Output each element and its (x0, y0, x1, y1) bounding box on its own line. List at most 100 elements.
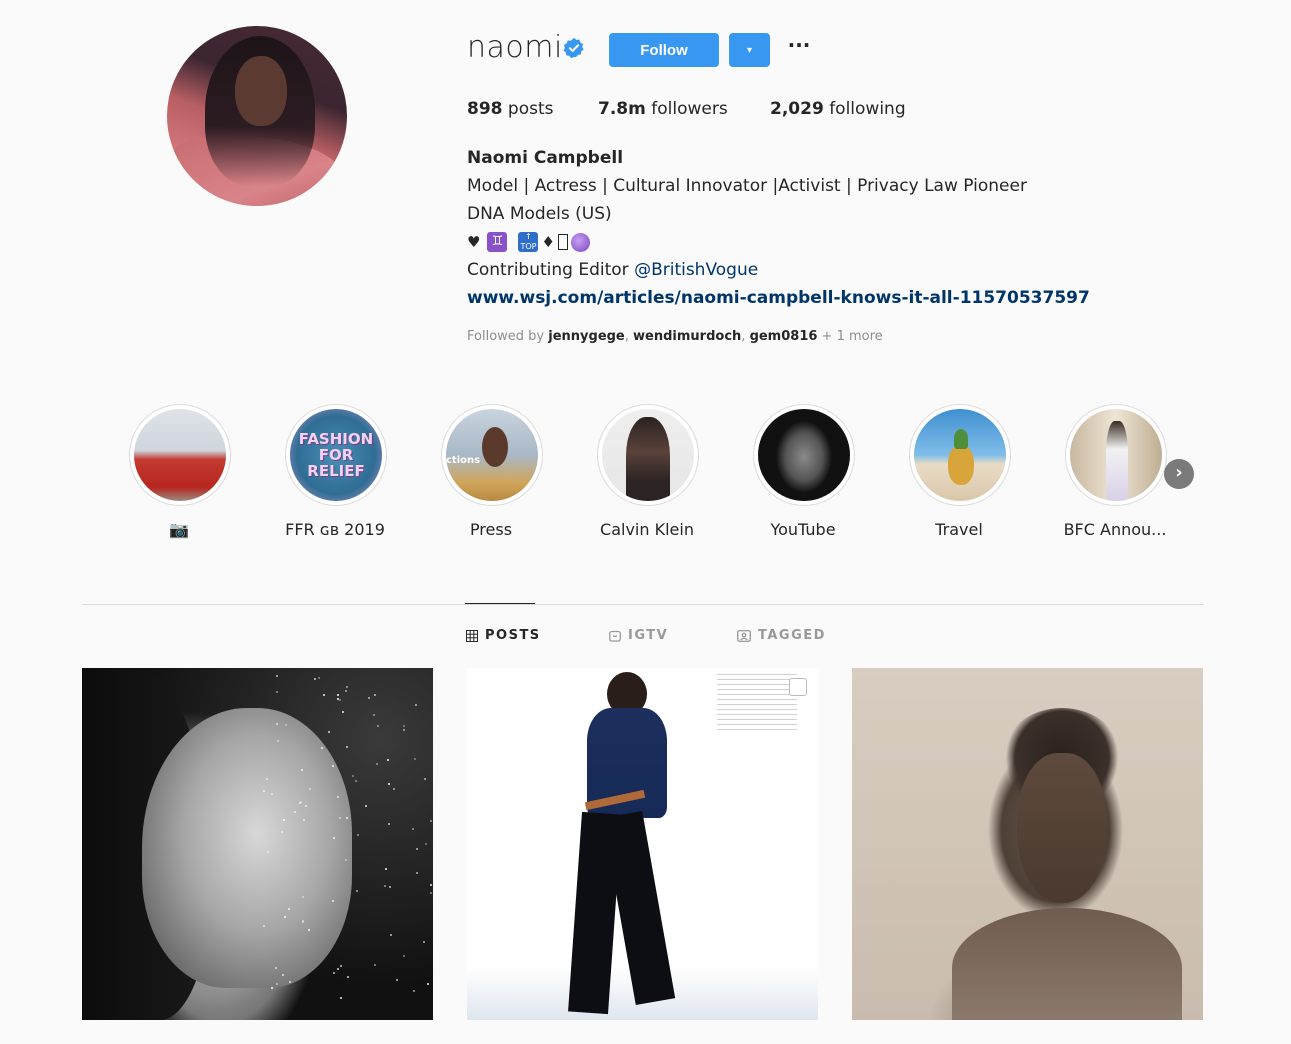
bio-line: DNA Models (US) (467, 204, 612, 224)
highlight-youtube[interactable] (753, 404, 855, 506)
sparkle-dot (339, 996, 342, 999)
following-stat[interactable]: 2,029 following (770, 99, 906, 119)
sparkle-dot (282, 819, 285, 822)
sparkle-dot (377, 725, 380, 728)
suggested-dropdown-button[interactable]: ▾ (729, 33, 770, 67)
profile-username: naomi (467, 30, 563, 65)
more-options-icon[interactable]: ··· (786, 35, 812, 62)
highlight-label: Travel (935, 520, 983, 539)
post-thumbnail[interactable] (467, 668, 818, 1020)
highlight-camera[interactable] (129, 404, 231, 506)
sparkle-dot (429, 819, 432, 822)
sparkle-dot (276, 691, 279, 694)
sparkle-dot (270, 987, 273, 990)
sparkle-dot (372, 714, 375, 717)
sparkle-dot (323, 694, 326, 697)
sparkle-dot (395, 979, 398, 982)
highlight-press[interactable]: ctions (441, 404, 543, 506)
highlight-thumb-text: FASHION FOR RELIEF (298, 430, 374, 480)
sparkle-dot (387, 758, 390, 761)
following-count: 2,029 (770, 99, 824, 119)
follower-username[interactable]: gem0816 (750, 329, 818, 344)
heart-icon: ♥ (467, 233, 481, 251)
tab-posts[interactable]: POSTS (466, 628, 541, 643)
posts-stat: 898 posts (467, 99, 553, 119)
sparkle-dot (318, 677, 321, 680)
sparkle-dot (345, 689, 347, 692)
sparkle-dot (426, 983, 429, 986)
sparkle-dot (336, 693, 339, 696)
grid-icon (466, 629, 478, 642)
sparkle-dot (301, 768, 304, 771)
tabs-divider (82, 604, 1204, 605)
highlight-ffr[interactable]: FASHION FOR RELIEF (285, 404, 387, 506)
sparkle-dot (356, 889, 359, 892)
active-tab-indicator (465, 603, 535, 604)
sparkle-dot (376, 763, 379, 766)
sparkle-dot (332, 899, 335, 902)
sparkle-dot (283, 915, 286, 918)
post-thumbnail[interactable] (82, 668, 433, 1020)
tab-igtv[interactable]: IGTV (609, 628, 668, 643)
bio-contributing-editor: Contributing Editor @BritishVogue (467, 260, 758, 280)
bio-line: Model | Actress | Cultural Innovator |Ac… (467, 176, 1027, 196)
chevron-right-icon[interactable]: › (1164, 459, 1194, 489)
top-arrow-icon: ↑ TOP (518, 232, 539, 252)
sparkle-dot (337, 968, 340, 971)
mention-link[interactable]: @BritishVogue (634, 260, 758, 280)
highlight-thumbnail: ctions (446, 409, 538, 501)
sparkle-dot (403, 725, 406, 728)
sparkle-dot (403, 954, 406, 957)
crystal-ball-icon (570, 232, 590, 252)
highlight-label: Press (469, 520, 513, 539)
sparkle-dot (368, 697, 371, 700)
sparkle-dot (331, 764, 334, 767)
sparkle-dot (280, 830, 283, 833)
sparkle-dot (276, 739, 279, 742)
followed-by-more[interactable]: + 1 more (817, 329, 883, 344)
sparkle-dot (416, 871, 419, 874)
sparkle-dot (374, 963, 377, 966)
sparkle-dot (308, 787, 311, 790)
sparkle-dot (328, 730, 331, 733)
highlight-thumb-text: ctions (446, 455, 481, 466)
highlight-label: 📷 (169, 520, 189, 539)
sparkle-dot (422, 940, 425, 943)
tab-tagged[interactable]: TAGGED (737, 628, 826, 643)
missing-glyph-icon (557, 234, 568, 250)
highlight-thumbnail (914, 409, 1006, 501)
followers-stat[interactable]: 7.8m followers (598, 99, 728, 119)
highlight-bfc[interactable] (1065, 404, 1167, 506)
highlight-travel[interactable] (909, 404, 1011, 506)
sparkle-dot (415, 703, 418, 706)
followed-by[interactable]: Followed by jennygege, wendimurdoch, gem… (467, 329, 883, 344)
highlight-thumbnail (1070, 409, 1162, 501)
profile-avatar[interactable] (167, 26, 347, 206)
followers-label: followers (651, 99, 728, 119)
sparkle-dot (346, 976, 349, 979)
sparkle-dot (341, 710, 344, 713)
post-thumbnail[interactable] (852, 668, 1203, 1020)
website-link[interactable]: www.wsj.com/articles/naomi-campbell-know… (467, 288, 1090, 308)
sparkle-dot (307, 928, 310, 931)
highlight-calvin-klein[interactable] (597, 404, 699, 506)
sparkle-dot (332, 972, 335, 974)
sparkle-dot (389, 934, 392, 937)
following-label: following (829, 99, 906, 119)
sparkle-dot (289, 980, 292, 983)
sparkle-dot (403, 728, 406, 731)
sparkle-dot (388, 823, 391, 826)
follower-username[interactable]: wendimurdoch (633, 329, 741, 344)
profile-full-name: Naomi Campbell (467, 148, 624, 168)
sparkle-dot (345, 685, 348, 688)
sparkle-dot (266, 850, 269, 853)
sparkle-dot (383, 885, 386, 888)
sparkle-dot (416, 847, 419, 850)
follow-button[interactable]: Follow (609, 33, 719, 67)
avatar-face-shape (235, 56, 287, 126)
sparkle-dot (414, 757, 417, 760)
igtv-icon (609, 630, 621, 642)
sparkle-dot (275, 982, 278, 985)
follower-username[interactable]: jennygege (548, 329, 625, 344)
gemini-icon: ♊ (487, 232, 508, 252)
